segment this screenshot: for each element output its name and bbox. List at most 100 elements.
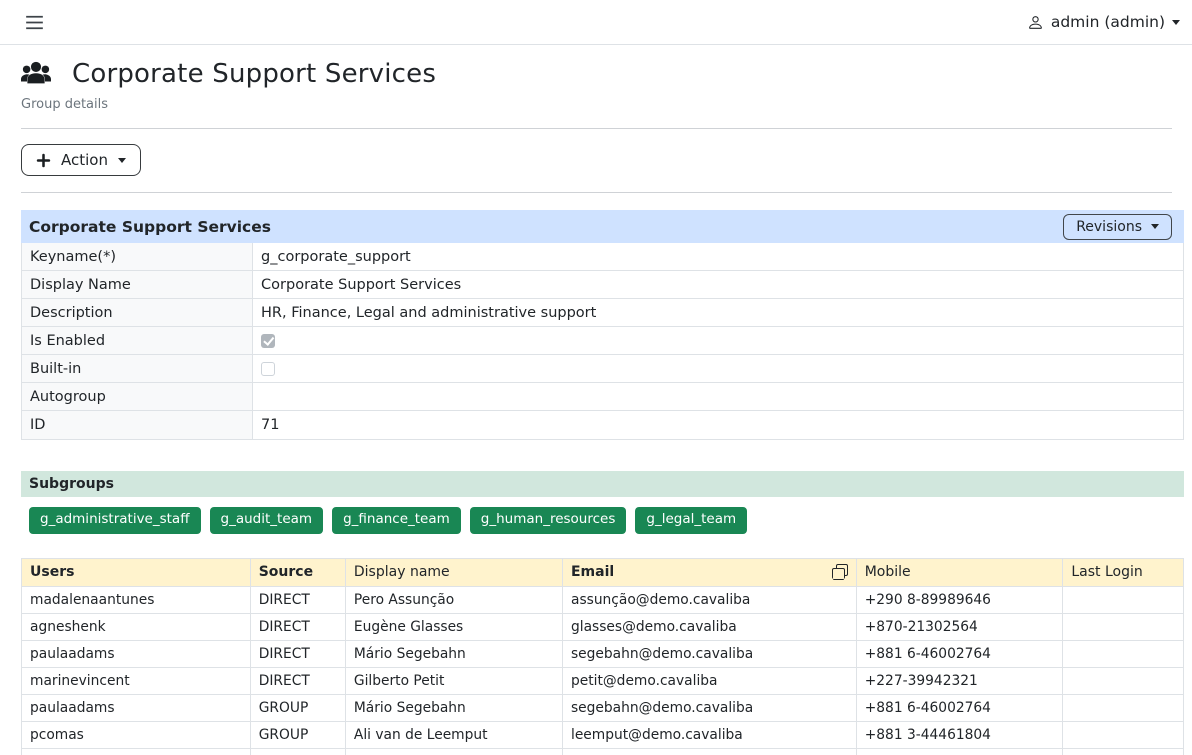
field-row: Built-in [22, 355, 1183, 383]
field-label: Display Name [22, 271, 253, 298]
subgroup-badge[interactable]: g_audit_team [210, 507, 324, 534]
table-row: agneshenk DIRECT Eugène Glasses glasses@… [22, 614, 1183, 641]
last-login-cell [1063, 641, 1183, 667]
source-cell: GROUP [251, 722, 346, 748]
source-cell: DIRECT [251, 614, 346, 640]
top-bar: admin (admin) [0, 0, 1192, 45]
subgroups-card: Subgroups g_administrative_staff g_audit… [21, 471, 1184, 543]
field-value-cell [253, 327, 1183, 354]
email-cell: glasses@demo.cavaliba [563, 614, 857, 640]
field-value: Corporate Support Services [261, 277, 461, 293]
email-cell: segebahn@demo.cavaliba [563, 695, 857, 721]
group-fields-table: Keyname(*) g_corporate_support Display N… [21, 243, 1184, 440]
table-row: paulaadams GROUP Mário Segebahn segebahn… [22, 695, 1183, 722]
page-title: Corporate Support Services [72, 59, 436, 89]
action-dropdown-button[interactable]: Action [21, 144, 141, 176]
column-header-email-label: Email [571, 564, 614, 580]
field-label: Description [22, 299, 253, 326]
display-name-cell: Eugène Glasses [346, 614, 563, 640]
subgroups-header: Subgroups [21, 471, 1184, 497]
mobile-cell: +881 6-46002764 [857, 695, 1064, 721]
field-row: Is Enabled [22, 327, 1183, 355]
users-table: Users Source Display name Email Mobile L… [21, 558, 1184, 755]
field-checkbox [261, 362, 275, 376]
field-label: Built-in [22, 355, 253, 382]
users-table-body: madalenaantunes DIRECT Pero Assunção ass… [22, 587, 1183, 749]
field-label: ID [22, 411, 253, 439]
mobile-cell: +870-21302564 [857, 614, 1064, 640]
field-row: Autogroup [22, 383, 1183, 411]
user-keyname-cell: paulaadams [22, 695, 251, 721]
chevron-down-icon [118, 158, 126, 163]
group-panel-title: Corporate Support Services [29, 218, 271, 236]
people-group-icon [21, 59, 51, 89]
divider [21, 128, 1172, 129]
field-value: HR, Finance, Legal and administrative su… [261, 305, 596, 321]
chevron-down-icon [1151, 224, 1159, 229]
field-value: 71 [261, 417, 279, 433]
copy-icon[interactable] [832, 564, 848, 580]
subgroup-badge[interactable]: g_legal_team [635, 507, 747, 534]
user-menu[interactable]: admin (admin) [1027, 13, 1182, 31]
chevron-down-icon [1172, 20, 1180, 25]
subgroup-badge[interactable]: g_human_resources [470, 507, 627, 534]
column-header-mobile: Mobile [857, 559, 1064, 586]
column-header-email: Email [563, 559, 857, 586]
subgroup-badge[interactable]: g_finance_team [332, 507, 461, 534]
source-cell: DIRECT [251, 587, 346, 613]
subgroups-title: Subgroups [29, 476, 114, 492]
column-header-display-name: Display name [346, 559, 563, 586]
action-button-label: Action [61, 151, 108, 169]
field-row: Keyname(*) g_corporate_support [22, 243, 1183, 271]
last-login-cell [1063, 587, 1183, 613]
email-cell: assunção@demo.cavaliba [563, 587, 857, 613]
plus-icon [36, 153, 51, 168]
field-row: Description HR, Finance, Legal and admin… [22, 299, 1183, 327]
divider [21, 192, 1172, 193]
mobile-cell: +881 6-46002764 [857, 641, 1064, 667]
column-header-last-login: Last Login [1063, 559, 1183, 586]
display-name-cell: Gilberto Petit [346, 668, 563, 694]
hamburger-menu-icon[interactable] [22, 10, 47, 35]
revisions-dropdown-button[interactable]: Revisions [1063, 214, 1172, 240]
person-icon [1027, 14, 1044, 31]
group-panel-header: Corporate Support Services Revisions [21, 210, 1184, 243]
table-row: pcomas GROUP Ali van de Leemput leemput@… [22, 722, 1183, 749]
mobile-cell: +227-39942321 [857, 668, 1064, 694]
email-cell: leemput@demo.cavaliba [563, 722, 857, 748]
field-checkbox [261, 334, 275, 348]
field-value-cell: HR, Finance, Legal and administrative su… [253, 299, 1183, 326]
field-value-cell: Corporate Support Services [253, 271, 1183, 298]
display-name-cell: Ali van de Leemput [346, 722, 563, 748]
users-table-header: Users Source Display name Email Mobile L… [22, 559, 1183, 587]
mobile-cell: +881 3-44461804 [857, 722, 1064, 748]
table-row: marinevincent DIRECT Gilberto Petit peti… [22, 668, 1183, 695]
field-value-cell [253, 383, 1183, 410]
user-keyname-cell: paulaadams [22, 641, 251, 667]
email-cell: petit@demo.cavaliba [563, 668, 857, 694]
table-row: madalenaantunes DIRECT Pero Assunção ass… [22, 587, 1183, 614]
user-keyname-cell: agneshenk [22, 614, 251, 640]
field-value-cell: g_corporate_support [253, 243, 1183, 270]
field-value-cell [253, 355, 1183, 382]
source-cell: DIRECT [251, 641, 346, 667]
user-keyname-cell: pcomas [22, 722, 251, 748]
last-login-cell [1063, 614, 1183, 640]
user-keyname-cell: marinevincent [22, 668, 251, 694]
last-login-cell [1063, 722, 1183, 748]
email-cell: segebahn@demo.cavaliba [563, 641, 857, 667]
display-name-cell: Pero Assunção [346, 587, 563, 613]
mobile-cell: +290 8-89989646 [857, 587, 1064, 613]
page-subtitle: Group details [21, 97, 1184, 112]
field-label: Keyname(*) [22, 243, 253, 270]
column-header-users: Users [22, 559, 251, 586]
field-row: Display Name Corporate Support Services [22, 271, 1183, 299]
field-label: Autogroup [22, 383, 253, 410]
display-name-cell: Mário Segebahn [346, 641, 563, 667]
table-row-partial [22, 749, 1183, 755]
subgroup-badge[interactable]: g_administrative_staff [29, 507, 201, 534]
field-row: ID 71 [22, 411, 1183, 439]
table-row: paulaadams DIRECT Mário Segebahn segebah… [22, 641, 1183, 668]
column-header-source: Source [251, 559, 346, 586]
user-keyname-cell: madalenaantunes [22, 587, 251, 613]
